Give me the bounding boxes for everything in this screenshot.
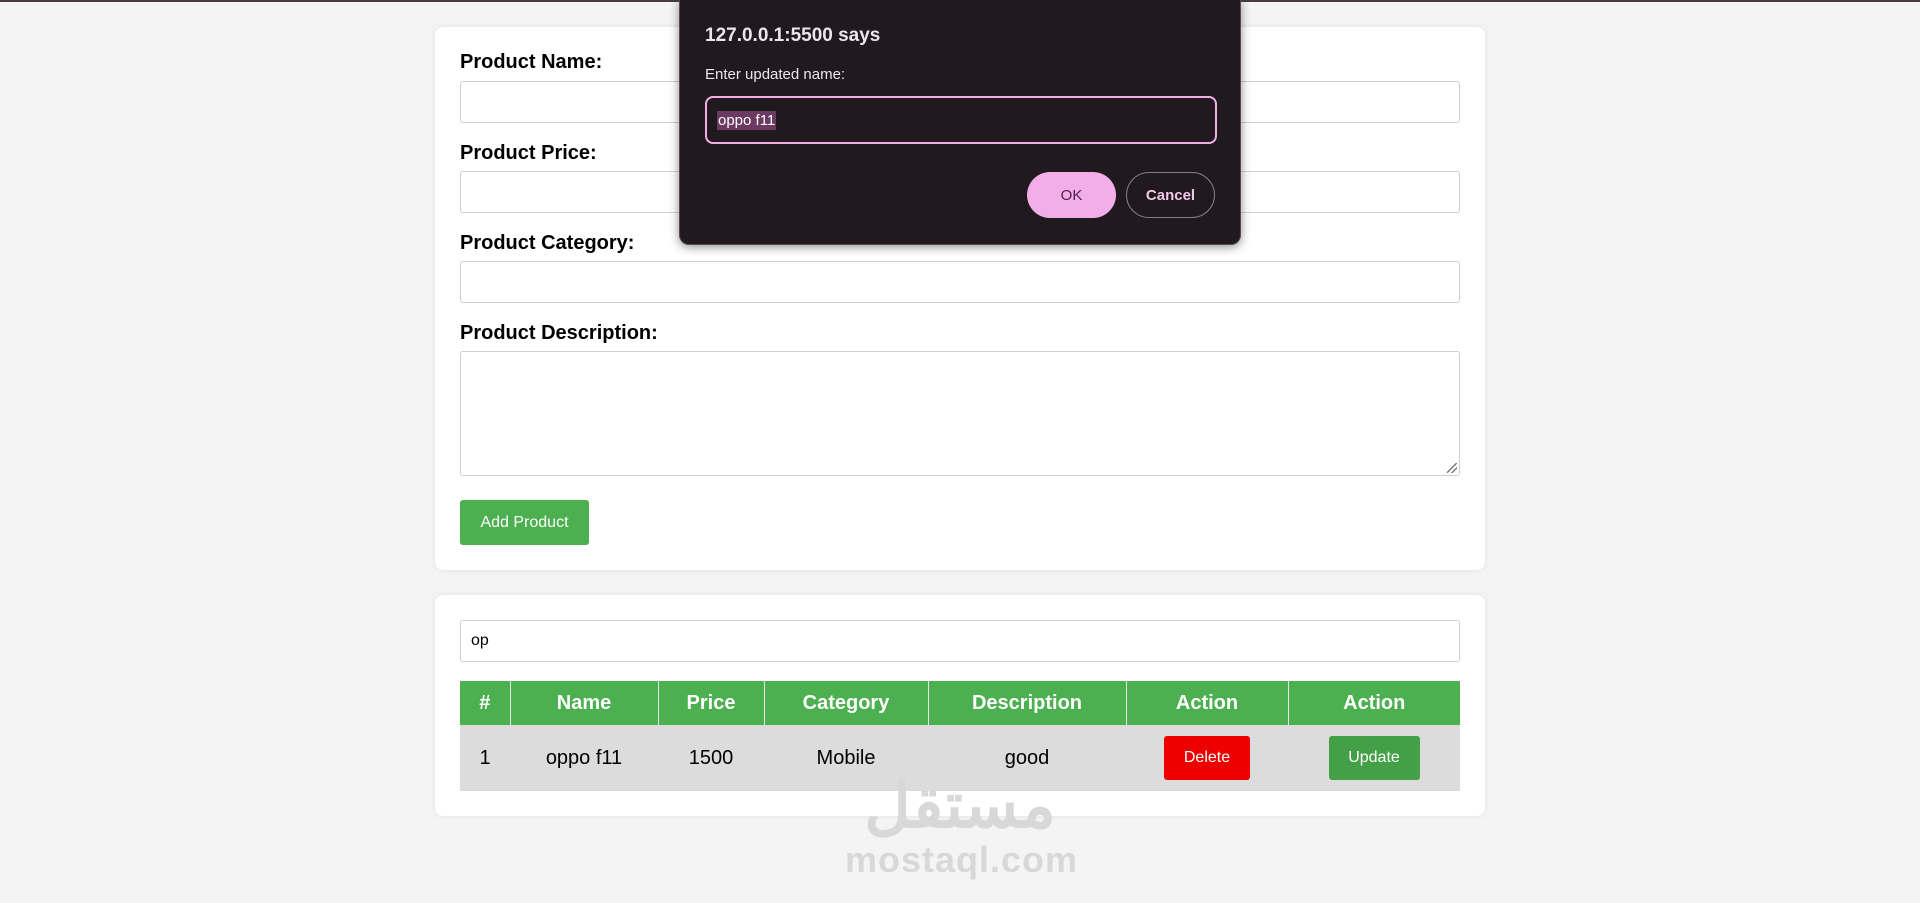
table-header-row: # Name Price Category Description Action… xyxy=(460,681,1460,725)
product-category-label: Product Category: xyxy=(460,232,635,254)
column-header-name: Name xyxy=(510,681,659,725)
cell-delete: Delete xyxy=(1126,725,1288,791)
dialog-input-selected-text: oppo f11 xyxy=(717,110,777,130)
search-input[interactable]: op xyxy=(460,620,1460,662)
cancel-button[interactable]: Cancel xyxy=(1126,172,1215,218)
dialog-name-input[interactable]: oppo f11 xyxy=(705,96,1217,144)
product-price-label: Product Price: xyxy=(460,142,597,164)
delete-button[interactable]: Delete xyxy=(1164,736,1250,780)
cell-name: oppo f11 xyxy=(510,725,658,791)
ok-button[interactable]: OK xyxy=(1027,172,1116,218)
add-product-button[interactable]: Add Product xyxy=(460,500,589,545)
dialog-message: Enter updated name: xyxy=(705,66,846,83)
column-header-action-delete: Action xyxy=(1126,681,1289,725)
cell-update: Update xyxy=(1288,725,1460,791)
column-header-index: # xyxy=(460,681,511,725)
column-header-description: Description xyxy=(928,681,1127,725)
update-button[interactable]: Update xyxy=(1328,736,1420,780)
cell-index: 1 xyxy=(460,725,510,791)
product-description-textarea[interactable] xyxy=(460,351,1460,476)
product-category-input[interactable] xyxy=(460,261,1460,303)
product-description-label: Product Description: xyxy=(460,322,658,344)
prompt-dialog: 127.0.0.1:5500 says Enter updated name: … xyxy=(679,0,1241,245)
column-header-price: Price xyxy=(658,681,765,725)
column-header-category: Category xyxy=(764,681,929,725)
watermark-text: mostaql.com xyxy=(845,839,1079,880)
dialog-title: 127.0.0.1:5500 says xyxy=(705,25,881,46)
product-name-label: Product Name: xyxy=(460,51,603,73)
watermark-logo: مستقل xyxy=(864,769,1056,841)
cell-price: 1500 xyxy=(658,725,764,791)
search-input-value: op xyxy=(471,632,489,649)
watermark: مستقل mostaql.com xyxy=(845,769,1079,880)
resize-grip-icon[interactable] xyxy=(1447,463,1457,473)
column-header-action-update: Action xyxy=(1288,681,1460,725)
